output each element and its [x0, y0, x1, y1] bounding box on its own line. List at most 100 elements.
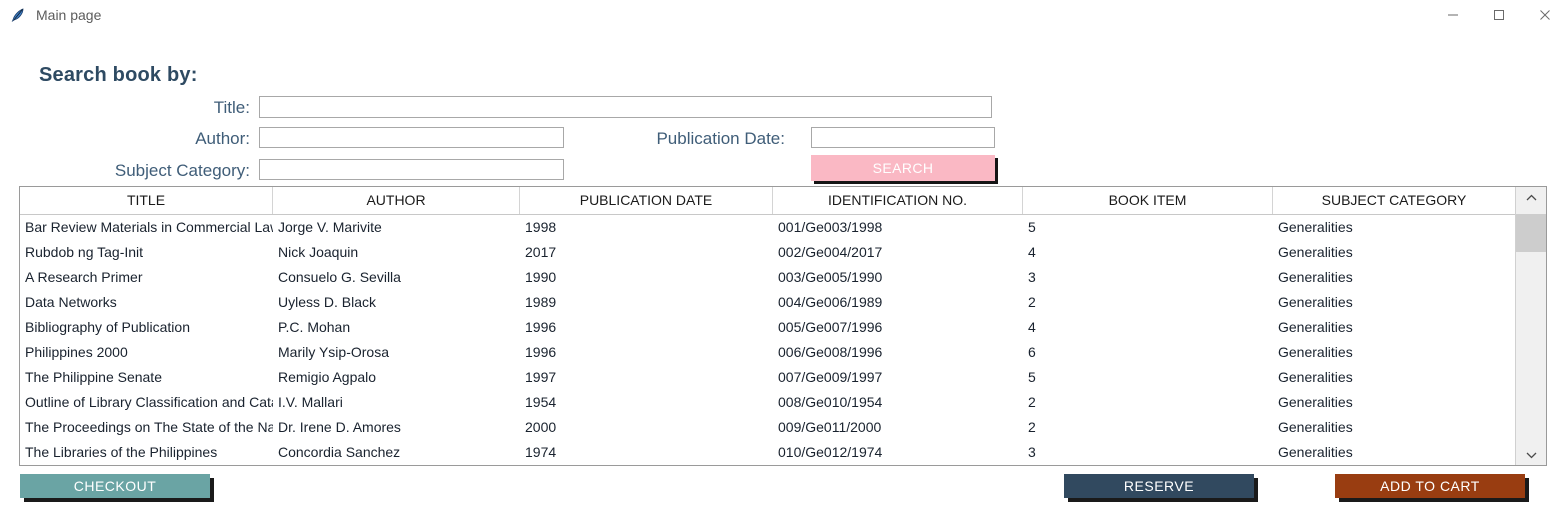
cell-author: Marily Ysip-Orosa: [278, 344, 389, 360]
chevron-up-icon[interactable]: [1516, 187, 1546, 208]
table-header-row: TITLE AUTHOR PUBLICATION DATE IDENTIFICA…: [20, 187, 1515, 215]
table-body: Bar Review Materials in Commercial Law Jo…: [20, 215, 1515, 465]
cell-publication-date: 2000: [525, 419, 557, 435]
column-header-title[interactable]: TITLE: [20, 187, 273, 214]
cell-book-item: 2: [1028, 294, 1036, 310]
cell-author: P.C. Mohan: [278, 319, 351, 335]
table-row[interactable]: Bibliography of Publication P.C. Mohan 199…: [20, 315, 1515, 340]
cell-publication-date: 1996: [525, 319, 557, 335]
cell-publication-date: 1974: [525, 444, 557, 460]
cell-title: A Research Primer: [25, 269, 143, 285]
feather-icon: [10, 7, 26, 23]
cell-subject-category: Generalities: [1278, 219, 1353, 235]
cell-book-item: 2: [1028, 419, 1036, 435]
column-header-author[interactable]: AUTHOR: [273, 187, 520, 214]
cell-publication-date: 1954: [525, 394, 557, 410]
window-title: Main page: [36, 6, 102, 23]
cell-author: I.V. Mallari: [278, 394, 343, 410]
cell-title: Rubdob ng Tag-Init: [25, 244, 144, 260]
cell-author: Consuelo G. Sevilla: [278, 269, 401, 285]
table-row[interactable]: Outline of Library Classification and Ca…: [20, 390, 1515, 415]
table-grid: TITLE AUTHOR PUBLICATION DATE IDENTIFICA…: [20, 187, 1515, 465]
column-header-book-item[interactable]: BOOK ITEM: [1023, 187, 1273, 214]
cell-subject-category: Generalities: [1278, 244, 1353, 260]
table-row[interactable]: The Libraries of the Philippines Concordi…: [20, 440, 1515, 465]
scrollbar-thumb[interactable]: [1516, 214, 1546, 252]
cell-publication-date: 1997: [525, 369, 557, 385]
search-publication-date-input[interactable]: [811, 127, 995, 148]
cell-author: Uyless D. Black: [278, 294, 377, 310]
table-row[interactable]: Data Networks Uyless D. Black 1989 004/Ge00…: [20, 290, 1515, 315]
column-header-identification-no[interactable]: IDENTIFICATION NO.: [773, 187, 1023, 214]
cell-title: The Philippine Senate: [25, 369, 162, 385]
cell-identification-no: 005/Ge007/1996: [778, 319, 883, 335]
cell-title: Bibliography of Publication: [25, 319, 190, 335]
publication-date-field-label: Publication Date:: [656, 129, 785, 148]
table-row[interactable]: The Proceedings on The State of the Nati…: [20, 415, 1515, 440]
table-row[interactable]: Rubdob ng Tag-Init Nick Joaquin 2017 002/Ge…: [20, 240, 1515, 265]
cell-identification-no: 009/Ge011/2000: [778, 419, 882, 435]
cell-book-item: 4: [1028, 244, 1036, 260]
cell-author: Jorge V. Marivite: [278, 219, 382, 235]
cell-book-item: 6: [1028, 344, 1036, 360]
cell-publication-date: 1996: [525, 344, 557, 360]
cell-book-item: 2: [1028, 394, 1036, 410]
cell-subject-category: Generalities: [1278, 294, 1353, 310]
cell-title: Philippines 2000: [25, 344, 128, 360]
close-icon[interactable]: [1522, 0, 1568, 29]
cell-publication-date: 1990: [525, 269, 557, 285]
cell-identification-no: 004/Ge006/1989: [778, 294, 883, 310]
cell-publication-date: 1998: [525, 219, 557, 235]
column-header-subject-category[interactable]: SUBJECT CATEGORY: [1273, 187, 1515, 214]
cell-author: Remigio Agpalo: [278, 369, 377, 385]
cell-author: Nick Joaquin: [278, 244, 359, 260]
cell-subject-category: Generalities: [1278, 419, 1353, 435]
cell-author: Concordia Sanchez: [278, 444, 401, 460]
search-author-input[interactable]: [259, 127, 564, 148]
cell-author: Dr. Irene D. Amores: [278, 419, 401, 435]
cell-publication-date: 1989: [525, 294, 557, 310]
table-row[interactable]: The Philippine Senate Remigio Agpalo 1997 0…: [20, 365, 1515, 390]
cell-book-item: 5: [1028, 219, 1036, 235]
maximize-icon[interactable]: [1476, 0, 1522, 29]
author-field-label: Author:: [195, 129, 250, 148]
window-titlebar: Main page: [0, 0, 1568, 29]
cell-subject-category: Generalities: [1278, 319, 1353, 335]
scrollbar-track[interactable]: [1516, 208, 1546, 444]
cell-subject-category: Generalities: [1278, 444, 1353, 460]
minimize-icon[interactable]: [1430, 0, 1476, 29]
cell-identification-no: 001/Ge003/1998: [778, 219, 883, 235]
title-field-label: Title:: [213, 98, 250, 117]
cell-identification-no: 008/Ge010/1954: [778, 394, 883, 410]
checkout-button[interactable]: CHECKOUT: [20, 474, 210, 498]
cell-identification-no: 003/Ge005/1990: [778, 269, 883, 285]
table-row[interactable]: A Research Primer Consuelo G. Sevilla 1990…: [20, 265, 1515, 290]
cell-book-item: 3: [1028, 269, 1036, 285]
search-form-heading: Search book by:: [39, 64, 198, 86]
cell-subject-category: Generalities: [1278, 344, 1353, 360]
table-vertical-scrollbar[interactable]: [1515, 187, 1546, 465]
cell-title: Outline of Library Classification and Ca…: [25, 394, 273, 410]
search-subject-category-input[interactable]: [259, 159, 564, 180]
book-results-table: TITLE AUTHOR PUBLICATION DATE IDENTIFICA…: [19, 186, 1547, 466]
cell-publication-date: 2017: [525, 244, 557, 260]
cell-subject-category: Generalities: [1278, 394, 1353, 410]
cell-subject-category: Generalities: [1278, 269, 1353, 285]
table-row[interactable]: Bar Review Materials in Commercial Law Jo…: [20, 215, 1515, 240]
search-title-input[interactable]: [259, 96, 992, 118]
cell-identification-no: 007/Ge009/1997: [778, 369, 883, 385]
cell-identification-no: 002/Ge004/2017: [778, 244, 883, 260]
cell-subject-category: Generalities: [1278, 369, 1353, 385]
search-button[interactable]: SEARCH: [811, 155, 995, 181]
table-row[interactable]: Philippines 2000 Marily Ysip-Orosa 1996 006…: [20, 340, 1515, 365]
cell-identification-no: 006/Ge008/1996: [778, 344, 883, 360]
cell-book-item: 5: [1028, 369, 1036, 385]
cell-book-item: 4: [1028, 319, 1036, 335]
cell-identification-no: 010/Ge012/1974: [778, 444, 883, 460]
cell-title: Data Networks: [25, 294, 117, 310]
reserve-button[interactable]: RESERVE: [1064, 474, 1254, 498]
chevron-down-icon[interactable]: [1516, 444, 1546, 465]
add-to-cart-button[interactable]: ADD TO CART: [1335, 474, 1525, 498]
cell-title: The Proceedings on The State of the Nati…: [25, 419, 273, 435]
column-header-publication-date[interactable]: PUBLICATION DATE: [520, 187, 773, 214]
